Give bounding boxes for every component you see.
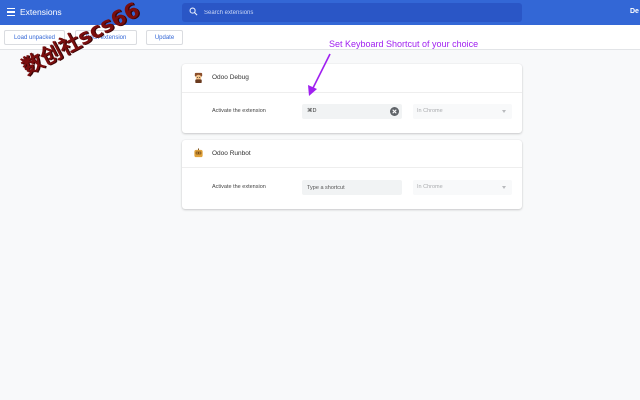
annotation-text: Set Keyboard Shortcut of your choice	[329, 39, 479, 49]
update-button[interactable]: Update	[146, 30, 183, 45]
extension-name: Odoo Debug	[212, 74, 249, 81]
user-label[interactable]: De	[630, 8, 639, 15]
shortcut-row-label: Activate the extension	[212, 184, 266, 190]
hamburger-menu-icon[interactable]	[7, 8, 15, 16]
extension-card-odoo-runbot: Odoo Runbot Activate the extension In Ch…	[182, 140, 522, 209]
scope-select[interactable]: In Chrome	[413, 180, 512, 195]
search-box[interactable]	[182, 3, 522, 22]
page-title: Extensions	[20, 7, 62, 17]
card-divider	[182, 167, 522, 168]
search-input[interactable]	[204, 3, 504, 22]
shortcut-field[interactable]	[302, 180, 402, 195]
extension-name: Odoo Runbot	[212, 150, 251, 157]
odoo-debug-icon	[194, 72, 203, 83]
dropdown-arrow-icon	[502, 110, 506, 113]
scope-select[interactable]: In Chrome	[413, 104, 512, 119]
search-icon	[189, 7, 198, 16]
odoo-runbot-icon	[194, 148, 203, 158]
shortcut-input[interactable]	[302, 180, 402, 195]
clear-shortcut-icon[interactable]	[390, 107, 399, 116]
annotation-arrow-icon	[308, 53, 331, 96]
shortcut-field[interactable]: ⌘D	[302, 104, 402, 119]
scope-value: In Chrome	[417, 184, 443, 190]
extension-card-odoo-debug: Odoo Debug Activate the extension ⌘D In …	[182, 64, 522, 133]
dropdown-arrow-icon	[502, 186, 506, 189]
card-divider	[182, 92, 522, 93]
shortcut-value: ⌘D	[307, 108, 317, 114]
scope-value: In Chrome	[417, 108, 443, 114]
shortcut-row-label: Activate the extension	[212, 108, 266, 114]
